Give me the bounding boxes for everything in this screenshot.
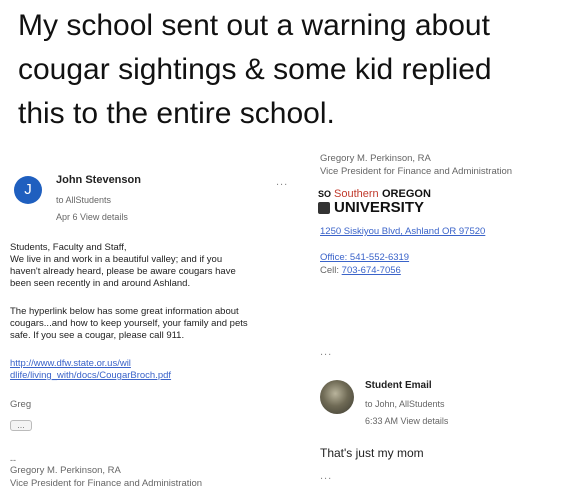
- body-line: safe. If you see a cougar, please call 9…: [10, 330, 185, 341]
- signature-dashes: --: [10, 455, 16, 465]
- sender-avatar[interactable]: J: [14, 176, 42, 204]
- right-signature-title: Vice President for Finance and Administr…: [320, 166, 513, 177]
- show-trimmed-content-button[interactable]: ...: [10, 420, 32, 431]
- more-options-icon[interactable]: ...: [276, 176, 288, 188]
- cell-label: Cell:: [320, 265, 340, 276]
- student-avatar[interactable]: [320, 380, 354, 414]
- university-logo: SO Southern OREGON UNIVERSITY: [318, 188, 458, 218]
- reply-recipients: to John, AllStudents: [365, 399, 445, 409]
- body-line: The hyperlink below has some great infor…: [10, 306, 239, 317]
- office-phone-link[interactable]: Office: 541-552-6319: [320, 252, 409, 263]
- more-options-icon[interactable]: ...: [320, 470, 332, 482]
- address-link[interactable]: 1250 Siskiyou Blvd, Ashland OR 97520: [320, 226, 485, 237]
- reply-time: 6:33 AM View details: [365, 416, 448, 426]
- email-date: Apr 6 View details: [56, 212, 128, 222]
- logo-university: UNIVERSITY: [334, 199, 425, 216]
- link-line-1[interactable]: http://www.dfw.state.or.us/wil: [10, 358, 171, 370]
- signature-name: Gregory M. Perkinson, RA: [10, 465, 121, 476]
- shield-icon: [318, 202, 330, 214]
- reply-time-text: 6:33 AM: [365, 416, 399, 426]
- right-signature-name: Gregory M. Perkinson, RA: [320, 153, 431, 164]
- cell-phone-link[interactable]: 703-674-7056: [342, 265, 401, 276]
- caption-line-1: My school sent out a warning about: [18, 9, 490, 42]
- cougar-brochure-link[interactable]: http://www.dfw.state.or.us/wil dlife/liv…: [10, 358, 171, 382]
- body-line: cougars...and how to keep yourself, your…: [10, 318, 248, 329]
- reply-message: That's just my mom: [320, 446, 424, 460]
- recipients: to AllStudents: [56, 195, 112, 205]
- body-line: We live in and work in a beautiful valle…: [10, 254, 223, 265]
- body-line: Students, Faculty and Staff,: [10, 242, 127, 253]
- meme-caption: My school sent out a warning about couga…: [18, 4, 558, 136]
- caption-line-3: this to the entire school.: [18, 97, 335, 130]
- reply-sender-name[interactable]: Student Email: [365, 380, 432, 391]
- more-options-icon[interactable]: ...: [320, 346, 332, 358]
- caption-line-2: cougar sightings & some kid replied: [18, 53, 492, 86]
- sender-name[interactable]: John Stevenson: [56, 174, 141, 186]
- link-line-2[interactable]: dlife/living_with/docs/CougarBroch.pdf: [10, 370, 171, 382]
- signoff: Greg: [10, 399, 32, 410]
- signature-title: Vice President for Finance and Administr…: [10, 478, 203, 489]
- body-line: haven't already heard, please be aware c…: [10, 266, 236, 277]
- email-body-paragraph-2: The hyperlink below has some great infor…: [10, 306, 295, 342]
- reply-view-details-link[interactable]: View details: [401, 416, 449, 426]
- logo-badge: SO: [318, 189, 332, 199]
- cell-phone: Cell: 703-674-7056: [320, 265, 401, 276]
- email-body-paragraph-1: Students, Faculty and Staff, We live in …: [10, 242, 295, 290]
- body-line: been seen recently in and around Ashland…: [10, 278, 191, 289]
- view-details-link[interactable]: View details: [80, 212, 128, 222]
- date-text: Apr 6: [56, 212, 78, 222]
